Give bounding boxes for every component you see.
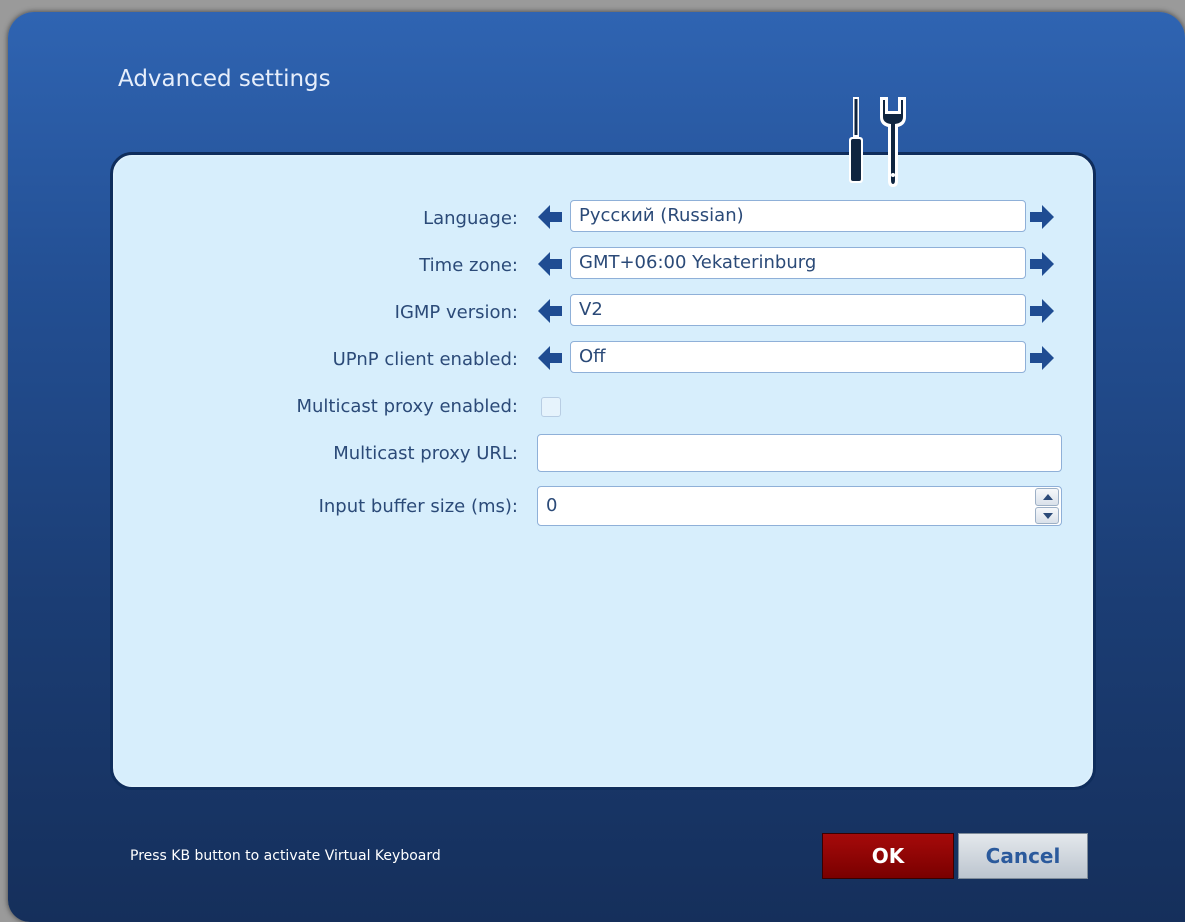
multicast-proxy-url-input[interactable]	[537, 434, 1062, 472]
input-buffer-size-label: Input buffer size (ms):	[318, 496, 518, 517]
settings-panel: Language: Русский (Russian) Time zone: G…	[110, 152, 1096, 790]
language-next-arrow-icon[interactable]	[1029, 202, 1055, 232]
stepper-down-button[interactable]	[1035, 506, 1059, 524]
dialog-title: Advanced settings	[118, 66, 331, 92]
multicast-proxy-enabled-label: Multicast proxy enabled:	[296, 396, 518, 417]
upnp-prev-arrow-icon[interactable]	[537, 343, 563, 373]
advanced-settings-dialog: Advanced settings Language: Русский (Rus…	[8, 12, 1185, 922]
multicast-proxy-enabled-checkbox[interactable]	[541, 397, 561, 417]
igmp-version-label: IGMP version:	[394, 302, 518, 323]
time-zone-label: Time zone:	[419, 255, 518, 276]
cancel-button[interactable]: Cancel	[958, 833, 1088, 879]
input-buffer-size-stepper[interactable]: 0	[537, 486, 1062, 526]
virtual-keyboard-hint: Press KB button to activate Virtual Keyb…	[130, 848, 441, 864]
upnp-next-arrow-icon[interactable]	[1029, 343, 1055, 373]
stepper-up-button[interactable]	[1035, 488, 1059, 506]
language-label: Language:	[423, 208, 518, 229]
ok-button[interactable]: OK	[822, 833, 954, 879]
igmp-prev-arrow-icon[interactable]	[537, 296, 563, 326]
time-zone-prev-arrow-icon[interactable]	[537, 249, 563, 279]
chevron-up-icon	[1043, 494, 1053, 500]
language-value[interactable]: Русский (Russian)	[570, 200, 1026, 232]
multicast-proxy-url-label: Multicast proxy URL:	[333, 443, 518, 464]
upnp-client-value[interactable]: Off	[570, 341, 1026, 373]
input-buffer-size-value: 0	[546, 495, 558, 516]
igmp-next-arrow-icon[interactable]	[1029, 296, 1055, 326]
time-zone-next-arrow-icon[interactable]	[1029, 249, 1055, 279]
chevron-down-icon	[1043, 512, 1053, 519]
igmp-version-value[interactable]: V2	[570, 294, 1026, 326]
time-zone-value[interactable]: GMT+06:00 Yekaterinburg	[570, 247, 1026, 279]
upnp-client-label: UPnP client enabled:	[332, 349, 518, 370]
language-prev-arrow-icon[interactable]	[537, 202, 563, 232]
screwdriver-wrench-icon	[849, 97, 906, 187]
stepper-controls	[1035, 488, 1059, 524]
